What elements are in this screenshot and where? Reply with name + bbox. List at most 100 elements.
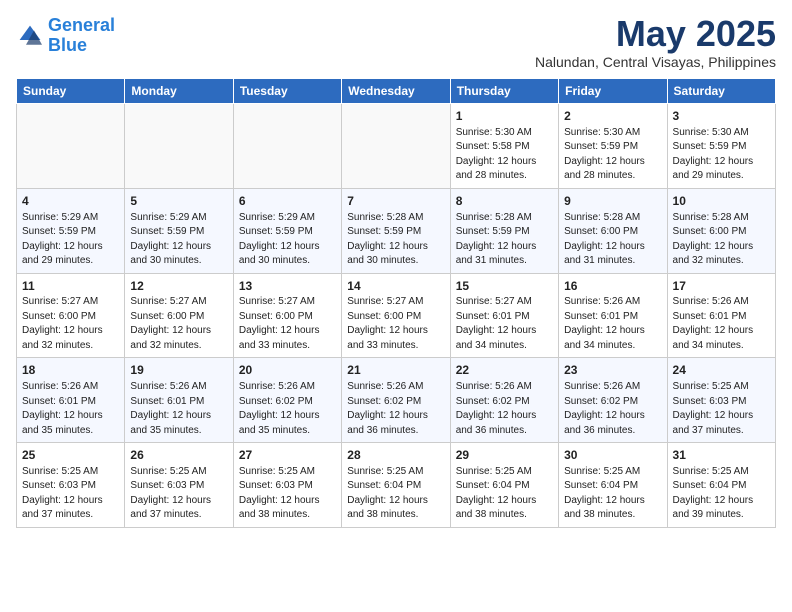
day-number: 1 bbox=[456, 108, 553, 125]
calendar-cell: 22Sunrise: 5:26 AM Sunset: 6:02 PM Dayli… bbox=[450, 358, 558, 443]
calendar-cell: 9Sunrise: 5:28 AM Sunset: 6:00 PM Daylig… bbox=[559, 188, 667, 273]
week-row-2: 4 Sunrise: 5:29 AM Sunset: 5:59 PM Daylig… bbox=[17, 188, 776, 273]
cell-content: Sunrise: 5:30 AM Sunset: 5:58 PM Dayligh… bbox=[456, 126, 553, 184]
cell-content: Sunrise: 5:30 AM Sunset: 5:59 PM Dayligh… bbox=[564, 126, 661, 184]
cell-content: Sunrise: 5:28 AM Sunset: 6:00 PM Dayligh… bbox=[673, 211, 770, 269]
calendar-cell: 11Sunrise: 5:27 AM Sunset: 6:00 PM Dayli… bbox=[17, 273, 125, 358]
weekday-header-monday: Monday bbox=[125, 79, 233, 104]
cell-content: Sunrise: 5:25 AM Sunset: 6:03 PM Dayligh… bbox=[239, 465, 336, 523]
day-number: 6 bbox=[239, 193, 336, 210]
day-number: 4 bbox=[22, 193, 119, 210]
calendar-cell: 16Sunrise: 5:26 AM Sunset: 6:01 PM Dayli… bbox=[559, 273, 667, 358]
calendar-cell: 23Sunrise: 5:26 AM Sunset: 6:02 PM Dayli… bbox=[559, 358, 667, 443]
day-number: 24 bbox=[673, 362, 770, 379]
cell-content: Sunrise: 5:27 AM Sunset: 6:00 PM Dayligh… bbox=[130, 295, 227, 353]
calendar-cell: 25Sunrise: 5:25 AM Sunset: 6:03 PM Dayli… bbox=[17, 443, 125, 528]
calendar: SundayMondayTuesdayWednesdayThursdayFrid… bbox=[16, 78, 776, 528]
calendar-cell: 18Sunrise: 5:26 AM Sunset: 6:01 PM Dayli… bbox=[17, 358, 125, 443]
cell-content: Sunrise: 5:29 AM Sunset: 5:59 PM Dayligh… bbox=[130, 211, 227, 269]
calendar-cell bbox=[342, 104, 450, 189]
calendar-cell: 26Sunrise: 5:25 AM Sunset: 6:03 PM Dayli… bbox=[125, 443, 233, 528]
day-number: 15 bbox=[456, 278, 553, 295]
weekday-header-sunday: Sunday bbox=[17, 79, 125, 104]
cell-content: Sunrise: 5:26 AM Sunset: 6:01 PM Dayligh… bbox=[22, 380, 119, 438]
cell-content: Sunrise: 5:25 AM Sunset: 6:03 PM Dayligh… bbox=[130, 465, 227, 523]
day-number: 3 bbox=[673, 108, 770, 125]
weekday-header-friday: Friday bbox=[559, 79, 667, 104]
weekday-header-row: SundayMondayTuesdayWednesdayThursdayFrid… bbox=[17, 79, 776, 104]
logo-line2: Blue bbox=[48, 35, 87, 55]
cell-content: Sunrise: 5:25 AM Sunset: 6:03 PM Dayligh… bbox=[673, 380, 770, 438]
day-number: 27 bbox=[239, 447, 336, 464]
day-number: 18 bbox=[22, 362, 119, 379]
day-number: 13 bbox=[239, 278, 336, 295]
calendar-cell: 15Sunrise: 5:27 AM Sunset: 6:01 PM Dayli… bbox=[450, 273, 558, 358]
calendar-cell: 3Sunrise: 5:30 AM Sunset: 5:59 PM Daylig… bbox=[667, 104, 775, 189]
day-number: 23 bbox=[564, 362, 661, 379]
calendar-cell: 5Sunrise: 5:29 AM Sunset: 5:59 PM Daylig… bbox=[125, 188, 233, 273]
day-number: 21 bbox=[347, 362, 444, 379]
day-number: 5 bbox=[130, 193, 227, 210]
weekday-header-saturday: Saturday bbox=[667, 79, 775, 104]
day-number: 16 bbox=[564, 278, 661, 295]
calendar-cell: 21Sunrise: 5:26 AM Sunset: 6:02 PM Dayli… bbox=[342, 358, 450, 443]
calendar-cell: 10Sunrise: 5:28 AM Sunset: 6:00 PM Dayli… bbox=[667, 188, 775, 273]
week-row-5: 25Sunrise: 5:25 AM Sunset: 6:03 PM Dayli… bbox=[17, 443, 776, 528]
calendar-cell: 1Sunrise: 5:30 AM Sunset: 5:58 PM Daylig… bbox=[450, 104, 558, 189]
cell-content: Sunrise: 5:28 AM Sunset: 5:59 PM Dayligh… bbox=[456, 211, 553, 269]
cell-content: Sunrise: 5:26 AM Sunset: 6:02 PM Dayligh… bbox=[347, 380, 444, 438]
logo-text: General Blue bbox=[48, 16, 115, 56]
cell-content: Sunrise: 5:25 AM Sunset: 6:04 PM Dayligh… bbox=[347, 465, 444, 523]
title-block: May 2025 Nalundan, Central Visayas, Phil… bbox=[535, 16, 776, 70]
calendar-cell: 8Sunrise: 5:28 AM Sunset: 5:59 PM Daylig… bbox=[450, 188, 558, 273]
calendar-cell: 17Sunrise: 5:26 AM Sunset: 6:01 PM Dayli… bbox=[667, 273, 775, 358]
day-number: 12 bbox=[130, 278, 227, 295]
cell-content: Sunrise: 5:27 AM Sunset: 6:00 PM Dayligh… bbox=[347, 295, 444, 353]
logo-line1: General bbox=[48, 15, 115, 35]
day-number: 29 bbox=[456, 447, 553, 464]
weekday-header-tuesday: Tuesday bbox=[233, 79, 341, 104]
day-number: 22 bbox=[456, 362, 553, 379]
cell-content: Sunrise: 5:25 AM Sunset: 6:04 PM Dayligh… bbox=[456, 465, 553, 523]
cell-content: Sunrise: 5:27 AM Sunset: 6:00 PM Dayligh… bbox=[239, 295, 336, 353]
month-year: May 2025 bbox=[535, 16, 776, 52]
week-row-1: 1Sunrise: 5:30 AM Sunset: 5:58 PM Daylig… bbox=[17, 104, 776, 189]
calendar-cell: 28Sunrise: 5:25 AM Sunset: 6:04 PM Dayli… bbox=[342, 443, 450, 528]
calendar-cell: 31Sunrise: 5:25 AM Sunset: 6:04 PM Dayli… bbox=[667, 443, 775, 528]
cell-content: Sunrise: 5:30 AM Sunset: 5:59 PM Dayligh… bbox=[673, 126, 770, 184]
header: General Blue May 2025 Nalundan, Central … bbox=[16, 16, 776, 70]
calendar-cell: 14Sunrise: 5:27 AM Sunset: 6:00 PM Dayli… bbox=[342, 273, 450, 358]
cell-content: Sunrise: 5:27 AM Sunset: 6:00 PM Dayligh… bbox=[22, 295, 119, 353]
location: Nalundan, Central Visayas, Philippines bbox=[535, 54, 776, 70]
day-number: 31 bbox=[673, 447, 770, 464]
cell-content: Sunrise: 5:26 AM Sunset: 6:02 PM Dayligh… bbox=[456, 380, 553, 438]
cell-content: Sunrise: 5:29 AM Sunset: 5:59 PM Dayligh… bbox=[239, 211, 336, 269]
calendar-cell: 12Sunrise: 5:27 AM Sunset: 6:00 PM Dayli… bbox=[125, 273, 233, 358]
calendar-cell bbox=[17, 104, 125, 189]
day-number: 28 bbox=[347, 447, 444, 464]
day-number: 19 bbox=[130, 362, 227, 379]
day-number: 26 bbox=[130, 447, 227, 464]
cell-content: Sunrise: 5:25 AM Sunset: 6:04 PM Dayligh… bbox=[564, 465, 661, 523]
day-number: 9 bbox=[564, 193, 661, 210]
cell-content: Sunrise: 5:28 AM Sunset: 6:00 PM Dayligh… bbox=[564, 211, 661, 269]
cell-content: Sunrise: 5:26 AM Sunset: 6:01 PM Dayligh… bbox=[673, 295, 770, 353]
calendar-cell: 24Sunrise: 5:25 AM Sunset: 6:03 PM Dayli… bbox=[667, 358, 775, 443]
calendar-cell: 13Sunrise: 5:27 AM Sunset: 6:00 PM Dayli… bbox=[233, 273, 341, 358]
week-row-3: 11Sunrise: 5:27 AM Sunset: 6:00 PM Dayli… bbox=[17, 273, 776, 358]
cell-content: Sunrise: 5:28 AM Sunset: 5:59 PM Dayligh… bbox=[347, 211, 444, 269]
calendar-cell: 7Sunrise: 5:28 AM Sunset: 5:59 PM Daylig… bbox=[342, 188, 450, 273]
cell-content: Sunrise: 5:26 AM Sunset: 6:02 PM Dayligh… bbox=[239, 380, 336, 438]
calendar-body: 1Sunrise: 5:30 AM Sunset: 5:58 PM Daylig… bbox=[17, 104, 776, 528]
logo: General Blue bbox=[16, 16, 115, 56]
calendar-cell: 4Sunrise: 5:29 AM Sunset: 5:59 PM Daylig… bbox=[17, 188, 125, 273]
calendar-cell: 2Sunrise: 5:30 AM Sunset: 5:59 PM Daylig… bbox=[559, 104, 667, 189]
calendar-cell: 30Sunrise: 5:25 AM Sunset: 6:04 PM Dayli… bbox=[559, 443, 667, 528]
day-number: 2 bbox=[564, 108, 661, 125]
cell-content: Sunrise: 5:27 AM Sunset: 6:01 PM Dayligh… bbox=[456, 295, 553, 353]
day-number: 30 bbox=[564, 447, 661, 464]
week-row-4: 18Sunrise: 5:26 AM Sunset: 6:01 PM Dayli… bbox=[17, 358, 776, 443]
weekday-header-thursday: Thursday bbox=[450, 79, 558, 104]
day-number: 20 bbox=[239, 362, 336, 379]
calendar-cell: 20Sunrise: 5:26 AM Sunset: 6:02 PM Dayli… bbox=[233, 358, 341, 443]
